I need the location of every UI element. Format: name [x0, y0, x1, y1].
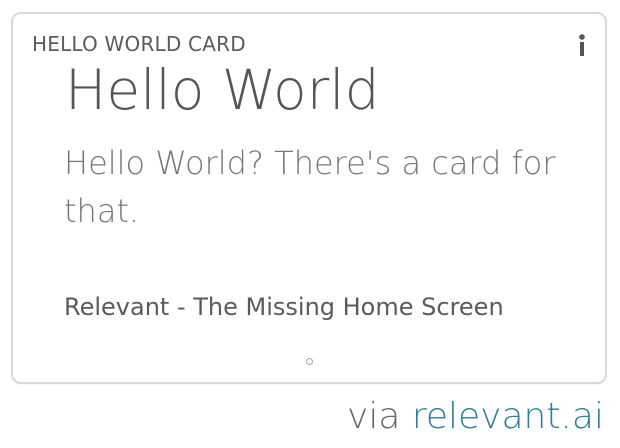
info-icon[interactable] [573, 31, 591, 59]
hello-world-card: HELLO WORLD CARD Hello World Hello World… [11, 12, 607, 384]
relevant-ai-link[interactable]: relevant.ai [412, 396, 604, 437]
card-description: Hello World? There's a card for that. [64, 144, 556, 230]
card-title: Hello World [65, 58, 380, 122]
attribution: via relevant.ai [347, 390, 604, 444]
card-header: HELLO WORLD CARD [32, 32, 246, 56]
page-indicator-dot [306, 358, 313, 365]
card-source: Relevant - The Missing Home Screen [64, 293, 504, 321]
attribution-prefix: via [347, 396, 401, 437]
